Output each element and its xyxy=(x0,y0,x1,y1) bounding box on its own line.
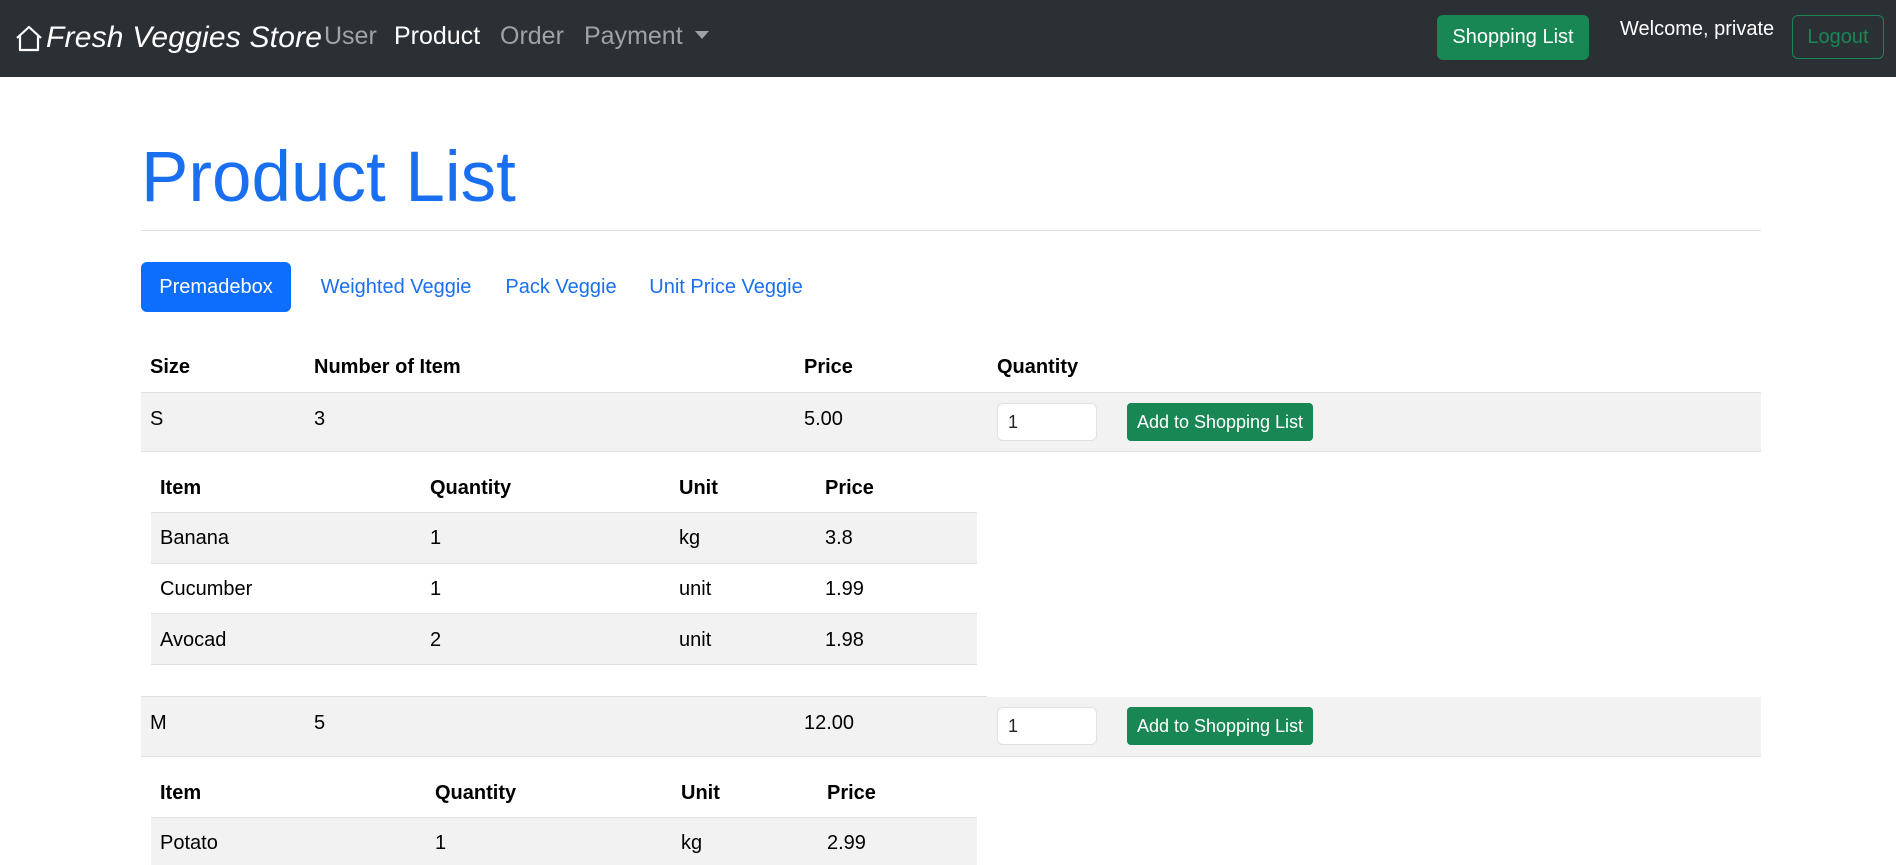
page-title: Product List xyxy=(141,138,516,217)
sub-header-unit: Unit xyxy=(679,477,718,499)
chevron-down-icon xyxy=(694,31,709,40)
row-size: M xyxy=(150,712,167,734)
nav-order[interactable]: Order xyxy=(500,22,564,51)
quantity-input[interactable] xyxy=(997,403,1097,441)
item-price: 3.8 xyxy=(825,527,853,549)
add-to-shopping-list-button[interactable]: Add to Shopping List xyxy=(1127,707,1313,745)
item-unit: kg xyxy=(681,832,703,854)
item-unit: unit xyxy=(679,578,712,600)
header-size: Size xyxy=(150,356,191,378)
logout-button[interactable]: Logout xyxy=(1792,15,1884,59)
nav-product[interactable]: Product xyxy=(394,22,480,51)
row-divider xyxy=(151,563,977,564)
item-name: Banana xyxy=(160,527,229,549)
row-divider xyxy=(151,664,977,665)
row-number-of-item: 3 xyxy=(314,408,326,430)
item-quantity: 1 xyxy=(435,832,447,854)
item-quantity: 1 xyxy=(430,527,442,549)
table-row xyxy=(141,697,1761,756)
sub-header-item: Item xyxy=(160,477,202,499)
sub-header-item: Item xyxy=(160,782,202,804)
header-number-of-item: Number of Item xyxy=(314,356,461,378)
row-number-of-item: 5 xyxy=(314,712,326,734)
sub-header-quantity: Quantity xyxy=(435,782,517,804)
item-unit: unit xyxy=(679,629,712,651)
row-price: 5.00 xyxy=(804,408,843,430)
nav-payment-dropdown[interactable]: Payment xyxy=(584,22,709,51)
item-quantity: 2 xyxy=(430,629,442,651)
row-divider xyxy=(141,756,1761,757)
sub-header-unit: Unit xyxy=(681,782,720,804)
item-price: 1.99 xyxy=(825,578,864,600)
item-name: Cucumber xyxy=(160,578,253,600)
row-divider xyxy=(141,451,1761,452)
brand-link[interactable]: Fresh Veggies Store xyxy=(14,18,322,58)
quantity-input[interactable] xyxy=(997,707,1097,745)
sub-header-price: Price xyxy=(827,782,876,804)
item-name: Potato xyxy=(160,832,218,854)
home-icon xyxy=(16,25,42,52)
item-name: Avocad xyxy=(160,629,227,651)
sub-header-price: Price xyxy=(825,477,874,499)
row-size: S xyxy=(150,408,164,430)
table-row xyxy=(151,513,977,563)
nav-user[interactable]: User xyxy=(324,22,377,51)
tab-unit-price-veggie[interactable]: Unit Price Veggie xyxy=(641,262,811,312)
tab-pack-veggie[interactable]: Pack Veggie xyxy=(501,262,621,312)
item-price: 1.98 xyxy=(825,629,864,651)
brand-name: Fresh Veggies Store xyxy=(46,21,323,54)
welcome-text: Welcome, private xyxy=(1620,18,1775,40)
nav-payment-label: Payment xyxy=(584,22,683,50)
header-price: Price xyxy=(804,356,853,378)
header-quantity: Quantity xyxy=(997,356,1079,378)
tab-premadebox[interactable]: Premadebox xyxy=(141,262,291,312)
title-divider xyxy=(141,230,1761,231)
add-to-shopping-list-button[interactable]: Add to Shopping List xyxy=(1127,403,1313,441)
sub-header-quantity: Quantity xyxy=(430,477,512,499)
shopping-list-button[interactable]: Shopping List xyxy=(1437,15,1589,60)
item-quantity: 1 xyxy=(430,578,442,600)
table-row xyxy=(141,393,1761,451)
top-navbar: Fresh Veggies Store User Product Order P… xyxy=(0,0,1896,77)
item-price: 2.99 xyxy=(827,832,866,854)
row-price: 12.00 xyxy=(804,712,855,734)
item-unit: kg xyxy=(679,527,701,549)
tab-weighted-veggie[interactable]: Weighted Veggie xyxy=(311,262,481,312)
